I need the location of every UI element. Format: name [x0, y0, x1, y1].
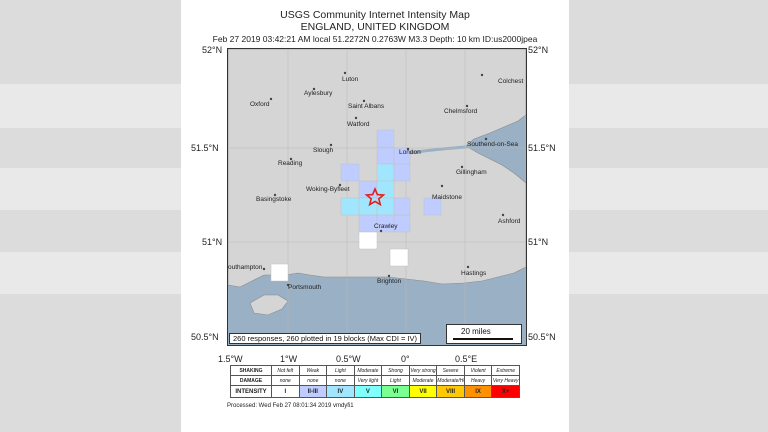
- city-watford: Watford: [347, 121, 370, 128]
- shaking-cell: Strong: [381, 365, 410, 376]
- lon-label-0-5w: 0.5°W: [336, 354, 361, 364]
- damage-label: DAMAGE: [230, 375, 272, 386]
- city-maidstone: Maidstone: [432, 194, 462, 201]
- city-brighton: Brighton: [377, 278, 402, 285]
- city-southampton: outhampton: [228, 264, 263, 271]
- damage-cell: Light: [381, 375, 410, 386]
- cdi-block: [389, 248, 409, 267]
- city-oxford: Oxford: [250, 101, 270, 108]
- city-hastings: Hastings: [461, 270, 487, 277]
- damage-cell: Moderate/Heavy: [436, 375, 465, 386]
- intensity-cell: VIII: [436, 385, 465, 398]
- shaking-cell: Very strong: [408, 365, 438, 376]
- processed-timestamp: Processed: Wed Feb 27 08:01:34 2019 vmdy…: [227, 403, 354, 409]
- shaking-cell: Moderate: [353, 365, 383, 376]
- lat-label-50-5-right: 50.5°N: [528, 332, 556, 342]
- city-portsmouth: Portsmouth: [288, 284, 322, 291]
- intensity-cell: V: [353, 385, 383, 398]
- city-reading: Reading: [278, 160, 303, 167]
- intensity-cell: I: [271, 385, 300, 398]
- city-st-albans: Saint Albans: [348, 103, 385, 110]
- shaking-cell: Weak: [298, 365, 328, 376]
- lat-label-50-5: 50.5°N: [191, 332, 219, 342]
- scale-label: 20 miles: [461, 327, 491, 336]
- city-aylesbury: Aylesbury: [304, 90, 333, 97]
- damage-cell: Moderate: [408, 375, 438, 386]
- damage-cell: Very Heavy: [491, 375, 520, 386]
- intensity-cell: IX: [463, 385, 493, 398]
- city-southend: Southend-on-Sea: [467, 141, 518, 148]
- intensity-cell: IV: [326, 385, 355, 398]
- city-chelmsford: Chelmsford: [444, 108, 478, 115]
- shaking-label: SHAKING: [230, 365, 272, 376]
- map-location: ENGLAND, UNITED KINGDOM: [300, 21, 450, 33]
- scale-box: 20 miles: [446, 324, 522, 344]
- isle-of-wight: [249, 294, 289, 316]
- lat-label-51: 51°N: [202, 237, 223, 247]
- lat-label-52-right: 52°N: [528, 45, 549, 55]
- damage-cell: none: [326, 375, 355, 386]
- map-canvas: Luton Colchest Aylesbury Oxford Saint Al…: [228, 49, 526, 345]
- city-ashford: Ashford: [498, 218, 521, 225]
- cdi-block: [393, 163, 411, 182]
- cdi-block: [358, 231, 378, 250]
- cdi-block: [376, 129, 395, 148]
- shaking-cell: Light: [326, 365, 355, 376]
- intensity-row: INTENSITY I II-III IV V VI VII VIII IX X…: [230, 385, 520, 398]
- intensity-cell: VI: [381, 385, 410, 398]
- damage-cell: Very light: [353, 375, 383, 386]
- cdi-block: [340, 163, 360, 182]
- lon-label-1w: 1°W: [280, 354, 298, 364]
- intensity-cell: II-III: [298, 385, 328, 398]
- lat-label-51-right: 51°N: [528, 237, 549, 247]
- shaking-cell: Not felt: [271, 365, 300, 376]
- city-woking: Woking-Byfleet: [306, 186, 350, 193]
- damage-cell: none: [271, 375, 300, 386]
- shaking-cell: Extreme: [491, 365, 520, 376]
- city-gillingham: Gillingham: [456, 169, 487, 176]
- cdi-block: [376, 147, 395, 165]
- shaking-cell: Violent: [463, 365, 493, 376]
- responses-summary: 260 responses, 260 plotted in 19 blocks …: [229, 333, 422, 344]
- lat-label-51-5-right: 51.5°N: [528, 143, 556, 153]
- cdi-block: [393, 197, 411, 216]
- event-details: Feb 27 2019 03:42:21 AM local 51.2272N 0…: [212, 34, 538, 44]
- lon-label-0: 0°: [401, 354, 410, 364]
- lon-label-1-5w: 1.5°W: [218, 354, 243, 364]
- intensity-cell: VII: [408, 385, 438, 398]
- shaking-row: SHAKING Not felt Weak Light Moderate Str…: [230, 365, 520, 376]
- lat-label-52: 52°N: [202, 45, 223, 55]
- lon-label-0-5e: 0.5°E: [455, 354, 478, 364]
- city-colchester: Colchest: [498, 78, 523, 85]
- lat-label-51-5: 51.5°N: [191, 143, 219, 153]
- cdi-block: [358, 197, 378, 216]
- city-slough: Slough: [313, 147, 334, 154]
- damage-cell: none: [298, 375, 328, 386]
- damage-cell: Heavy: [463, 375, 493, 386]
- map-title: USGS Community Internet Intensity Map: [280, 9, 470, 21]
- cdi-block: [340, 197, 360, 216]
- intensity-legend: SHAKING Not felt Weak Light Moderate Str…: [230, 365, 520, 398]
- cdi-block: [270, 263, 289, 282]
- shaking-cell: Severe: [436, 365, 465, 376]
- city-london: London: [399, 149, 421, 156]
- intensity-map[interactable]: Luton Colchest Aylesbury Oxford Saint Al…: [227, 48, 527, 346]
- city-basingstoke: Basingstoke: [256, 196, 292, 203]
- intensity-label: INTENSITY: [230, 385, 272, 398]
- cdi-block: [376, 163, 395, 182]
- damage-row: DAMAGE none none none Very light Light M…: [230, 375, 520, 386]
- scale-bar: [453, 338, 513, 340]
- city-crawley: Crawley: [374, 223, 398, 230]
- intensity-cell: X+: [491, 385, 520, 398]
- city-luton: Luton: [342, 76, 359, 83]
